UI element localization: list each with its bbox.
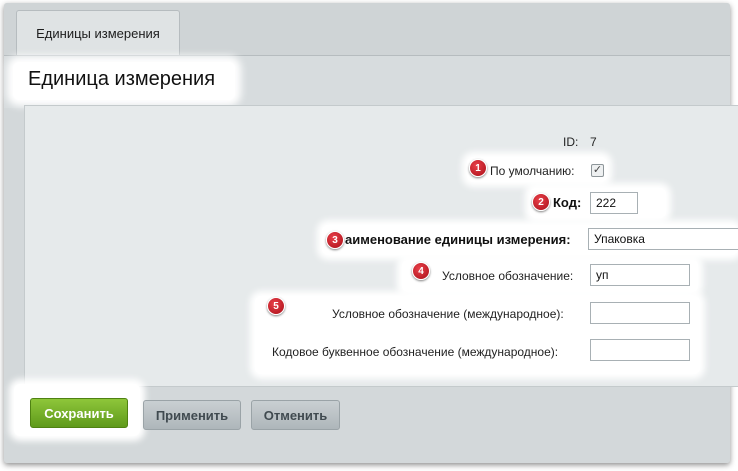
apply-button[interactable]: Применить [143,400,241,430]
symbol-input[interactable]: уп [590,264,690,286]
callout-badge-1: 1 [469,159,487,177]
letter-code-intl-input[interactable] [590,339,690,361]
letter-code-intl-label: Кодовое буквенное обозначение (междунаро… [272,345,559,359]
name-input[interactable]: Упаковка [588,228,738,250]
name-label: аименование единицы измерения: [345,232,571,247]
tab-bar: Единицы измерения [4,3,730,56]
callout-badge-4: 4 [412,262,430,280]
symbol-label: Условное обозначение: [442,269,574,283]
symbol-intl-label: Условное обозначение (международное): [332,307,564,321]
callout-badge-2: 2 [532,193,550,211]
callout-badge-3: 3 [326,231,344,249]
symbol-intl-input[interactable] [590,302,690,324]
default-checkbox[interactable]: ✓ [591,164,604,177]
tab-units[interactable]: Единицы измерения [16,10,180,55]
default-label: По умолчанию: [490,164,575,178]
code-input[interactable]: 222 [590,192,638,214]
save-button[interactable]: Сохранить [30,398,128,428]
code-label: Код: [553,195,582,210]
id-label: ID: [563,135,579,149]
callout-badge-5: 5 [267,297,285,315]
id-value: 7 [590,135,597,149]
cancel-button[interactable]: Отменить [251,400,340,430]
page-title: Единица измерения [28,68,216,90]
